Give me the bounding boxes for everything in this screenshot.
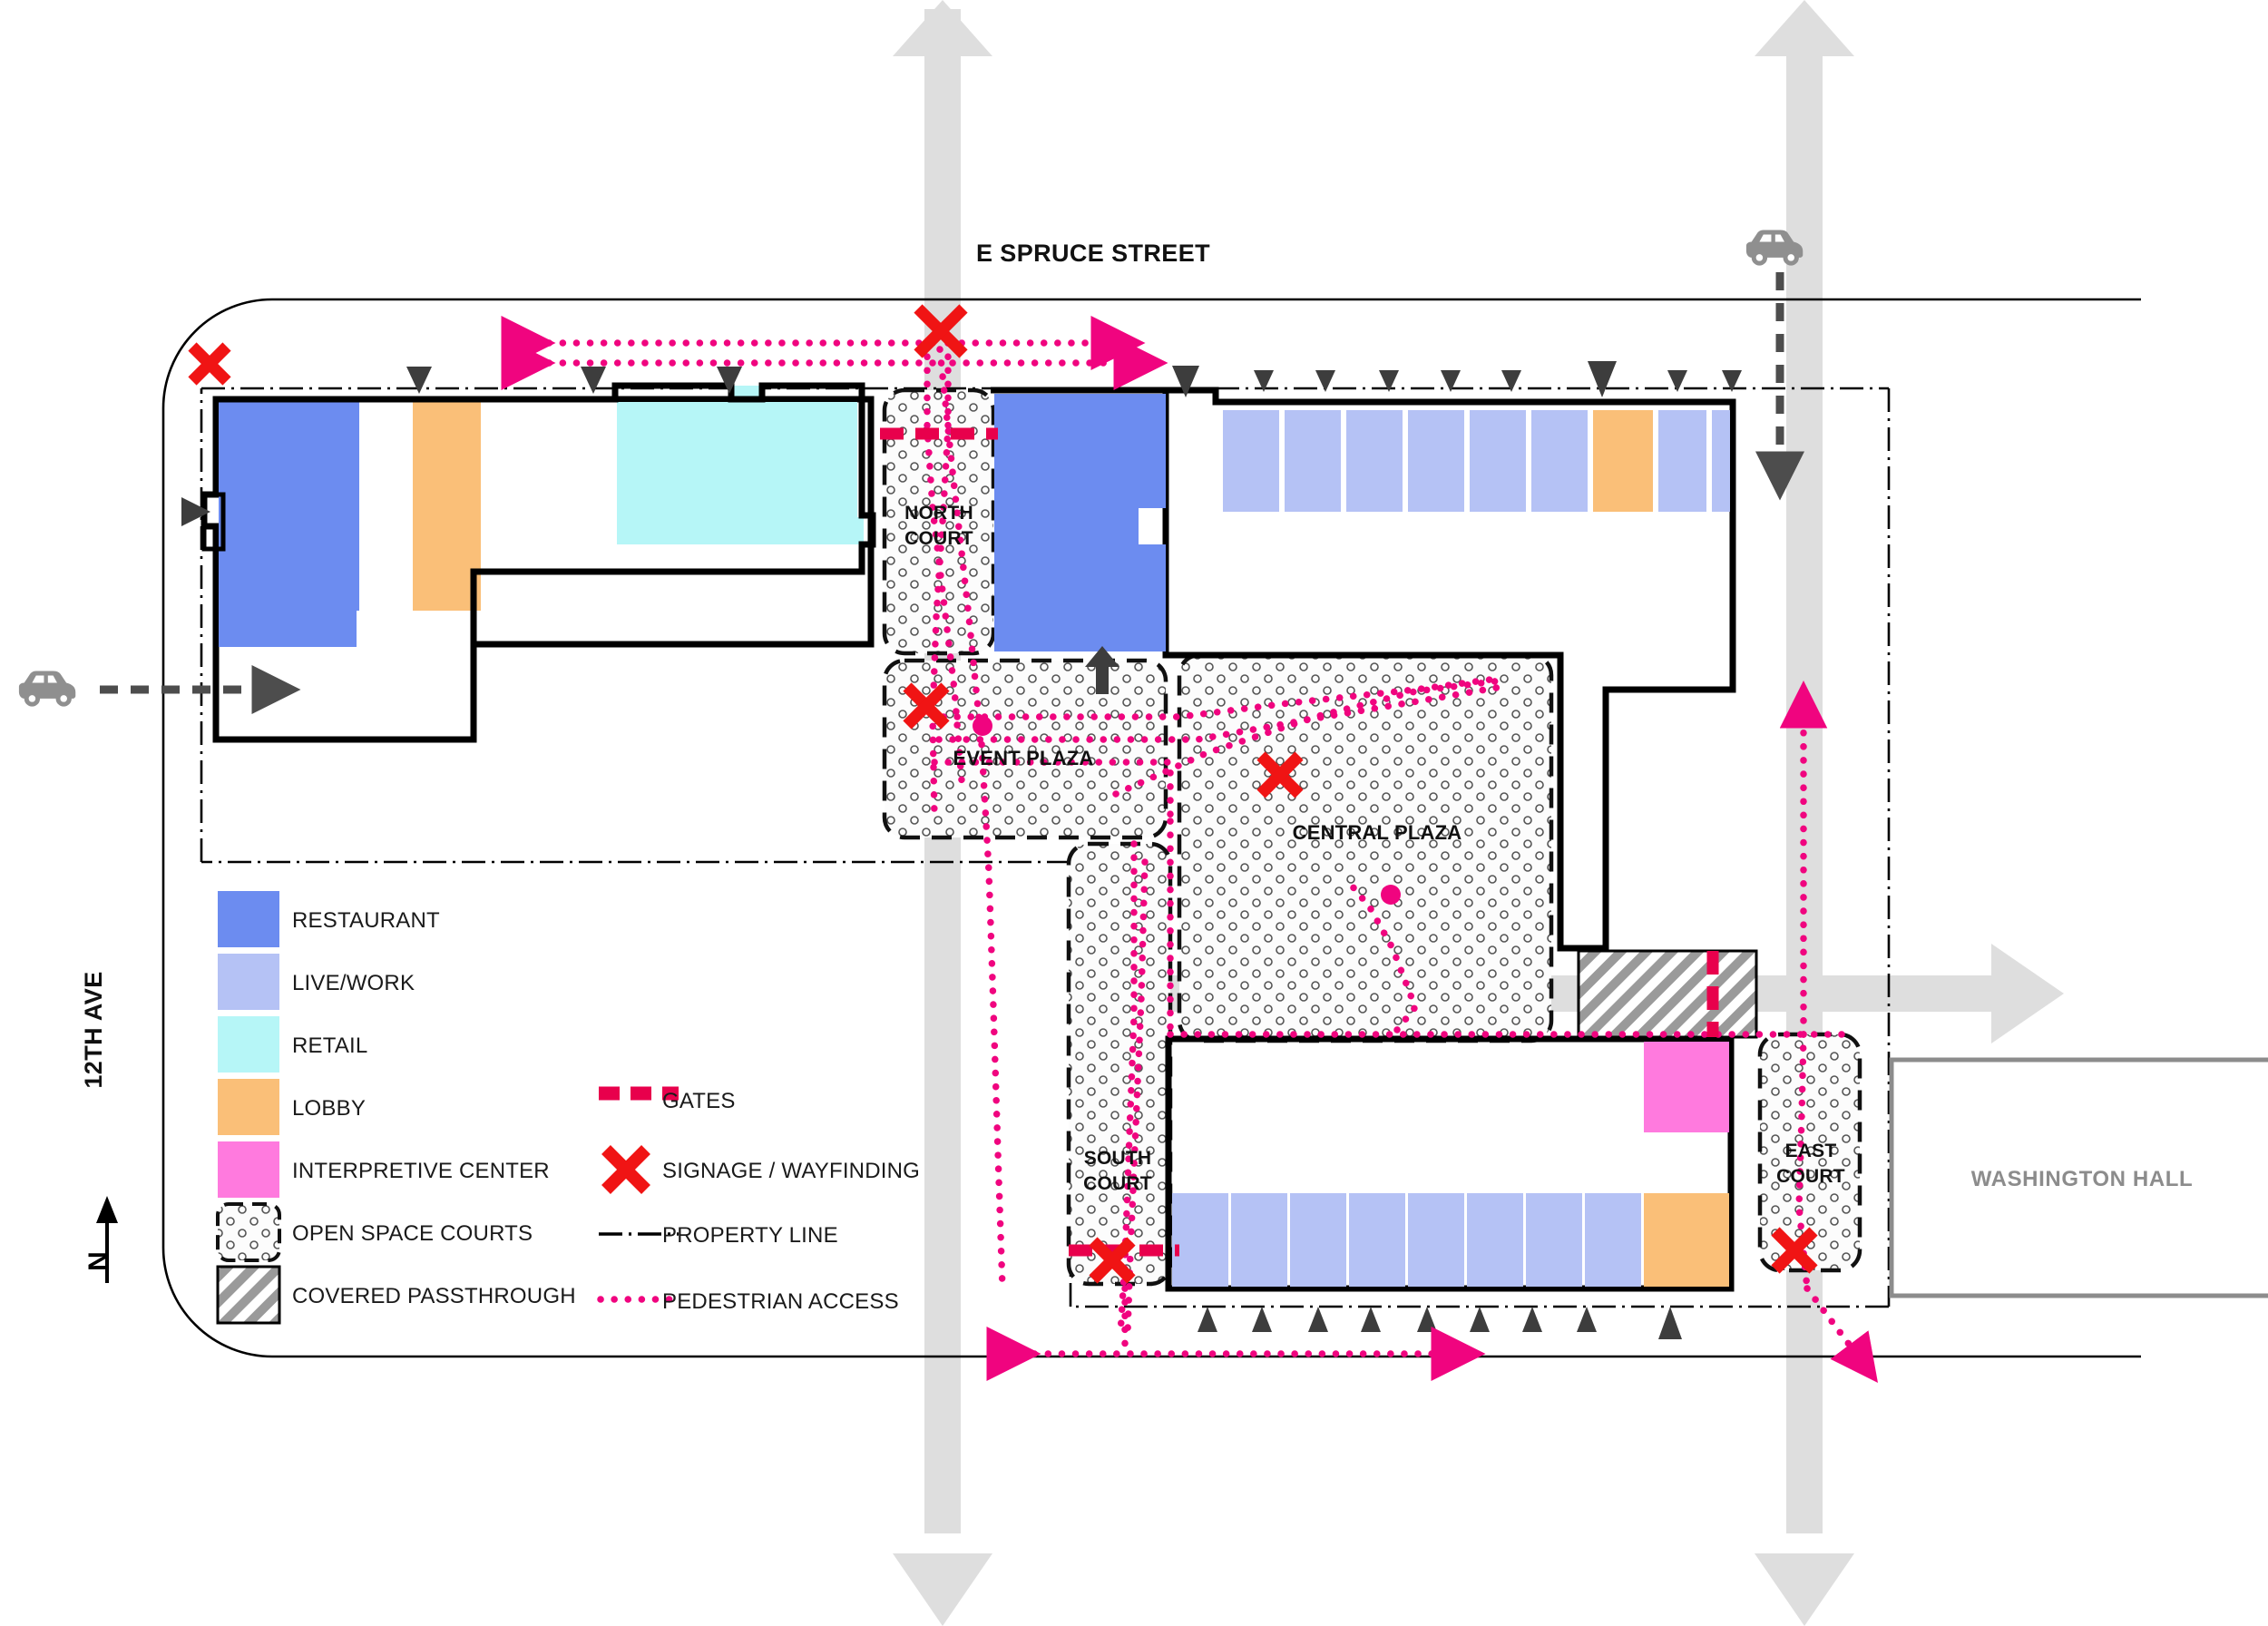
legend-label-live-work: LIVE/WORK <box>292 971 415 995</box>
label-central-plaza: CENTRAL PLAZA <box>1293 821 1462 844</box>
south-court-area <box>1066 841 1173 1287</box>
live-work-unit <box>1346 410 1403 512</box>
live-work-unit <box>1285 410 1341 512</box>
legend-item-lobby[interactable]: LOBBY <box>218 1079 366 1135</box>
label-e-spruce-street: E SPRUCE STREET <box>976 240 1210 267</box>
site-plan-drawing: N E SPRUCE STREET 12TH AVE NORTH COURT E… <box>18 0 2268 1626</box>
label-east-court-line1: EAST <box>1785 1141 1837 1161</box>
label-event-plaza: EVENT PLAZA <box>953 747 1094 769</box>
legend: RESTAURANT LIVE/WORK RETAIL LOBBY INTERP… <box>216 891 920 1325</box>
retail-nw <box>617 386 864 544</box>
north-arrow: N <box>83 1196 118 1283</box>
site-plan-canvas: N E SPRUCE STREET 12TH AVE NORTH COURT E… <box>0 0 2268 1626</box>
live-work-unit <box>1231 1193 1287 1287</box>
legend-swatch-lobby <box>218 1079 279 1135</box>
live-work-unit <box>1658 410 1706 512</box>
legend-label-open-space-courts: OPEN SPACE COURTS <box>292 1221 533 1246</box>
legend-item-pedestrian-access[interactable]: PEDESTRIAN ACCESS <box>597 1289 899 1314</box>
live-work-unit <box>1585 1193 1641 1287</box>
signage-marker-nw <box>188 342 231 386</box>
legend-label-covered-passthrough: COVERED PASSTHROUGH <box>292 1284 576 1308</box>
covered-passthrough <box>1577 949 1758 1039</box>
legend-label-interpretive-center: INTERPRETIVE CENTER <box>292 1159 550 1183</box>
car-icon-west <box>18 671 76 707</box>
label-south-court-line2: COURT <box>1083 1173 1152 1194</box>
label-east-court-line2: COURT <box>1776 1166 1845 1187</box>
central-plaza-area <box>1177 652 1554 1043</box>
legend-item-open-space-courts[interactable]: OPEN SPACE COURTS <box>216 1202 533 1262</box>
lobby-north <box>1593 410 1653 512</box>
restaurant-north <box>994 394 1166 651</box>
legend-swatch-covered-passthrough <box>216 1265 281 1325</box>
legend-label-gates: GATES <box>662 1089 736 1113</box>
live-work-unit <box>1172 1193 1228 1287</box>
live-work-unit <box>1408 1193 1464 1287</box>
label-north-court-line2: COURT <box>904 528 973 549</box>
legend-swatch-restaurant <box>218 891 279 947</box>
legend-label-signage-wayfinding: SIGNAGE / WAYFINDING <box>662 1159 920 1183</box>
node-central-plaza <box>1381 885 1401 905</box>
legend-item-retail[interactable]: RETAIL <box>218 1016 367 1073</box>
live-work-unit <box>1712 410 1730 512</box>
legend-label-pedestrian-access: PEDESTRIAN ACCESS <box>662 1289 899 1314</box>
live-work-unit <box>1470 410 1526 512</box>
interpretive-center <box>1644 1042 1729 1132</box>
label-12th-ave: 12TH AVE <box>80 971 107 1088</box>
live-work-unit <box>1531 410 1588 512</box>
live-work-unit <box>1223 410 1279 512</box>
legend-item-signage-wayfinding[interactable]: SIGNAGE / WAYFINDING <box>601 1145 920 1194</box>
node-event-plaza <box>973 716 992 736</box>
label-washington-hall: WASHINGTON HALL <box>1971 1167 2194 1191</box>
north-arrow-label: N <box>83 1251 113 1271</box>
legend-item-gates[interactable]: GATES <box>599 1086 736 1113</box>
label-north-court-line1: NORTH <box>904 503 973 524</box>
legend-label-restaurant: RESTAURANT <box>292 908 440 933</box>
legend-item-restaurant[interactable]: RESTAURANT <box>218 891 440 947</box>
restaurant-nw-tail <box>219 402 281 646</box>
live-work-unit <box>1526 1193 1582 1287</box>
live-work-unit <box>1349 1193 1405 1287</box>
legend-symbol-signage-icon <box>601 1145 650 1194</box>
live-work-unit <box>1290 1193 1346 1287</box>
legend-item-covered-passthrough[interactable]: COVERED PASSTHROUGH <box>216 1265 576 1325</box>
live-work-unit <box>1408 410 1464 512</box>
legend-item-property-line[interactable]: PROPERTY LINE <box>599 1223 838 1248</box>
legend-item-interpretive-center[interactable]: INTERPRETIVE CENTER <box>218 1141 550 1198</box>
legend-swatch-retail <box>218 1016 279 1073</box>
northwest-building <box>200 382 876 743</box>
legend-label-retail: RETAIL <box>292 1033 367 1058</box>
legend-label-property-line: PROPERTY LINE <box>662 1223 838 1248</box>
north-live-work-strip <box>1223 410 1730 512</box>
legend-swatch-interpretive-center <box>218 1141 279 1198</box>
legend-swatch-live-work <box>218 954 279 1010</box>
legend-item-live-work[interactable]: LIVE/WORK <box>218 954 415 1010</box>
legend-swatch-open-space-courts <box>216 1202 281 1262</box>
south-building <box>1165 1035 1735 1292</box>
live-work-unit <box>1467 1193 1523 1287</box>
legend-label-lobby: LOBBY <box>292 1096 366 1121</box>
lobby-south <box>1644 1193 1729 1287</box>
label-south-court-line1: SOUTH <box>1084 1148 1152 1169</box>
